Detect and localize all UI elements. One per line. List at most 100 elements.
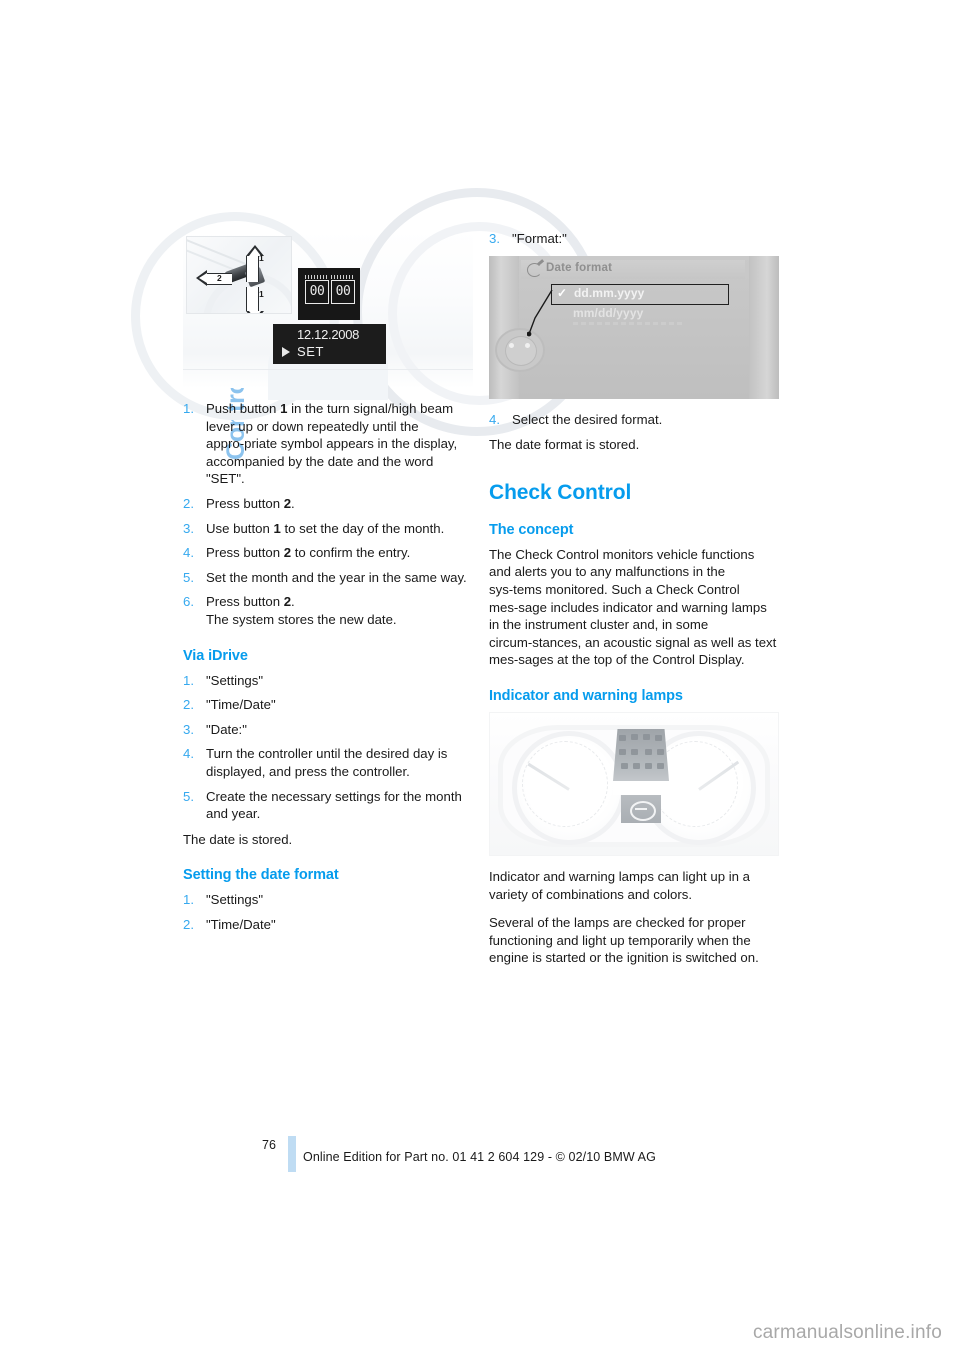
list-item: "Format:" (489, 230, 779, 248)
list-item: "Time/Date" (183, 696, 473, 714)
step-text: "Settings" (206, 672, 264, 688)
segment-display: 00 00 (298, 268, 360, 320)
figure-idrive-image: Date format ✓ dd.mm.yyyy mm/dd/yyyy (489, 255, 779, 399)
telltale-lamp (655, 734, 662, 741)
clock-icon (527, 262, 542, 277)
steps-date-format: "Settings" "Time/Date" (183, 891, 473, 933)
step-text: "Format:" (512, 231, 567, 246)
idrive-header-bar: Date format (521, 259, 745, 279)
step-text: Press button 2 to confirm the entry. (206, 545, 411, 561)
step-text: "Settings" (206, 892, 264, 908)
telltale-lamp (631, 748, 638, 755)
paragraph-lamps-2: Several of the lamps are checked for pro… (489, 915, 759, 966)
steps-idrive-date: "Settings" "Time/Date" "Date:" Turn the … (183, 672, 473, 823)
steering-warning-panel (621, 794, 661, 823)
play-triangle-icon (282, 347, 290, 357)
idrive-option-other-label[interactable]: mm/dd/yyyy (573, 306, 643, 320)
step-text: Press button 2. (206, 495, 295, 511)
display-bezel-right (749, 255, 779, 399)
heading-check-control: Check Control (489, 480, 632, 504)
list-item: Set the month and the year in the same w… (183, 569, 473, 587)
step-text: Turn the controller until the desired da… (206, 746, 448, 779)
step-text: Use button 1 to set the day of the month… (206, 520, 445, 536)
callout-number-2: 2 (217, 273, 222, 283)
arrow-left-icon (196, 270, 234, 286)
list-item: "Time/Date" (183, 916, 473, 934)
idrive-controller-dot-right (525, 342, 530, 348)
step-text: "Time/Date" (206, 916, 276, 932)
figure-instrument-cluster (489, 711, 779, 856)
step-sub-text: The system stores the new date. (206, 611, 397, 627)
segment-value-right: 00 (331, 280, 355, 304)
display-bezel-left (489, 255, 519, 399)
telltale-panel (613, 728, 669, 781)
list-item: Use button 1 to set the day of the month… (183, 520, 473, 538)
left-column: 1 1 2 00 00 12.12.2008 SET Push button 1… (131, 188, 601, 941)
step-text: Press button 2. (206, 594, 295, 610)
step-text: Set the month and the year in the same w… (206, 569, 467, 585)
speedometer-gauge (512, 730, 626, 845)
telltale-lamp (621, 762, 628, 769)
footer-accent-bar (288, 1136, 296, 1172)
heading-setting-date-format: Setting the date format (183, 867, 339, 884)
footer-edition-text: Online Edition for Part no. 01 41 2 604 … (303, 1150, 656, 1164)
list-item: Press button 2 to confirm the entry. (183, 544, 473, 562)
list-item: Turn the controller until the desired da… (183, 745, 473, 780)
steering-wheel-icon (630, 800, 656, 821)
callout-number-1-down: 1 (259, 289, 264, 299)
check-icon: ✓ (557, 285, 568, 300)
list-item: "Settings" (183, 891, 473, 909)
figure-baseline (183, 369, 473, 370)
list-item: Press button 2. The system stores the ne… (183, 593, 473, 628)
page-number: 76 (262, 1138, 276, 1152)
cluster-gap-strip (613, 780, 669, 795)
heading-via-idrive: Via iDrive (183, 647, 248, 664)
telltale-lamp (633, 762, 640, 769)
telltale-lamp (657, 762, 664, 769)
text-date-stored: The date is stored. (183, 831, 293, 847)
paragraph-concept: The Check Control monitors vehicle funct… (489, 546, 777, 668)
heading-the-concept: The concept (489, 521, 574, 538)
idrive-option-selected-label: dd.mm.yyyy (574, 285, 645, 300)
cluster-date-value: 12.12.2008 (297, 327, 360, 342)
idrive-option-selected[interactable]: ✓ dd.mm.yyyy (551, 283, 729, 305)
chapter-tab: Controls overview (0, 0, 250, 460)
steps-manual-date: Push button 1 in the turn signal/high be… (183, 400, 473, 629)
figure-idrive-date-format: Date format ✓ dd.mm.yyyy mm/dd/yyyy (489, 255, 779, 399)
idrive-controller-dot-left (509, 342, 514, 348)
speedometer-ticks (522, 740, 608, 827)
paragraph-lamps-1: Indicator and warning lamps can light up… (489, 868, 750, 902)
step-text: "Date:" (206, 721, 247, 737)
text-format-stored: The date format is stored. (489, 437, 640, 453)
telltale-lamp (645, 748, 652, 755)
telltale-lamp (619, 734, 626, 741)
list-item: Create the necessary settings for the mo… (183, 788, 473, 823)
cluster-date-strip: 12.12.2008 SET (273, 324, 386, 364)
callout-number-1-up: 1 (259, 253, 264, 263)
figure-instrument-cluster-image (489, 711, 779, 856)
idrive-header-title: Date format (546, 261, 613, 274)
segment-ticks-left (305, 275, 327, 279)
telltale-lamp (657, 748, 664, 755)
segment-ticks-right (331, 275, 353, 279)
telltale-lamp (631, 733, 638, 740)
segment-value-left: 00 (305, 280, 329, 304)
arrow-down-icon (246, 287, 264, 313)
list-item: "Settings" (183, 672, 473, 690)
steps-date-format-continued: "Format:" (489, 230, 779, 248)
list-item: "Date:" (183, 721, 473, 739)
list-item: Press button 2. (183, 495, 473, 513)
step-text: Create the necessary settings for the mo… (206, 788, 462, 822)
page-footer: 76 Online Edition for Part no. 01 41 2 6… (0, 1136, 960, 1176)
idrive-controller-inner (505, 335, 537, 366)
lever-inset-photo: 1 1 2 (186, 236, 292, 314)
steps-select-format: Select the desired format. (489, 411, 779, 429)
manual-page: Controls overview (0, 0, 960, 1358)
idrive-option-ghost-row (573, 321, 683, 325)
figure-turn-signal-lever-image: 1 1 2 00 00 12.12.2008 SET (131, 188, 601, 436)
arrow-up-icon (246, 245, 264, 282)
callout-leader-line (527, 289, 553, 336)
telltale-lamp (619, 748, 626, 755)
list-item: Push button 1 in the turn signal/high be… (183, 400, 473, 488)
step-text: Push button 1 in the turn signal/high be… (206, 401, 458, 487)
